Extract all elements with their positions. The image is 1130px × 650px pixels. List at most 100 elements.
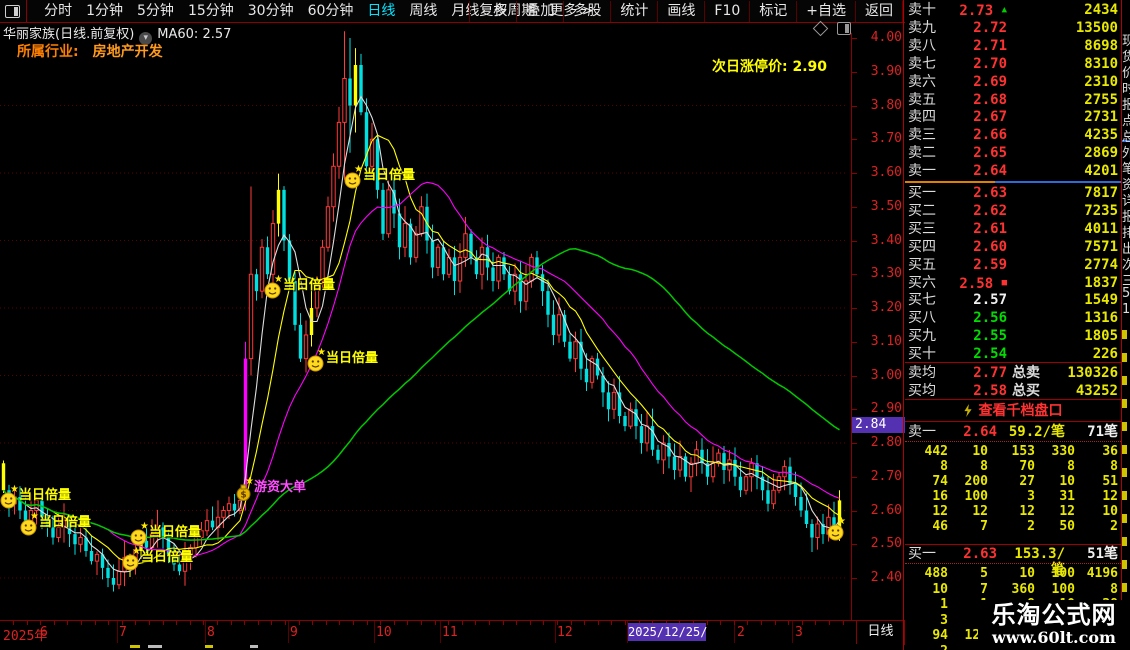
detail-cell: 7 <box>980 581 988 597</box>
bid-ask-ratio-bar <box>905 181 1121 183</box>
tool-item-统计[interactable]: 统计 <box>610 1 657 22</box>
marker-label: 当日倍量 <box>283 278 336 293</box>
order-level-买十[interactable]: 买十 2.54 226 <box>905 345 1121 363</box>
x-label-3: 3 <box>795 625 803 640</box>
y-tick-3.80: 3.80 <box>870 97 902 113</box>
order-level-卖七[interactable]: 卖七 2.70 8310 <box>905 55 1121 73</box>
y-tick-3.40: 3.40 <box>870 232 902 248</box>
detail-cell: 1 <box>940 597 948 612</box>
panel-left-border <box>903 0 904 650</box>
detail-cell: 46 <box>932 519 948 534</box>
order-level-卖四[interactable]: 卖四 2.67 2731 <box>905 108 1121 126</box>
time-axis: 2025年 678910111223 2025/12/25/四 <box>0 620 905 650</box>
detail-cell: 100 <box>964 489 988 504</box>
order-level-买九[interactable]: 买九 2.55 1805 <box>905 327 1121 345</box>
smiley-icon: ★ <box>307 347 326 372</box>
marker-label: 当日倍量 <box>141 550 194 565</box>
y-tick-2.70: 2.70 <box>870 468 902 484</box>
menu-item-5分钟[interactable]: 5分钟 <box>130 1 181 22</box>
order-level-卖一[interactable]: 卖一 2.64 4201 <box>905 162 1121 180</box>
tool-item-叠加[interactable]: 叠加 <box>516 1 563 22</box>
detail-cell: 330 <box>1051 444 1075 459</box>
order-level-买七[interactable]: 买七 2.57 1549 <box>905 291 1121 309</box>
x-label-6: 6 <box>40 625 48 640</box>
tool-item-复权[interactable]: 复权 <box>469 1 516 22</box>
avg-row-买均: 买均 2.58 总买 43252 <box>908 383 1118 399</box>
detail-cell: 4196 <box>1086 566 1118 581</box>
clipped-tab-char: 5 <box>1122 286 1130 301</box>
menu-item-日线[interactable]: 日线 <box>360 1 402 22</box>
tool-item-F10[interactable]: F10 <box>704 1 749 22</box>
detail-cell: 10 <box>932 581 948 597</box>
smiley-icon: ★ <box>130 521 149 546</box>
y-tick-2.80: 2.80 <box>870 435 902 450</box>
watermark: 乐淘公式网 www.60lt.com <box>978 600 1130 650</box>
thousand-depth-link[interactable]: 查看千档盘口 <box>905 401 1121 421</box>
menu-item-60分钟[interactable]: 60分钟 <box>301 1 361 22</box>
watermark-title: 乐淘公式网 <box>991 601 1117 629</box>
y-tick-3.70: 3.70 <box>870 131 902 147</box>
order-level-买一[interactable]: 买一 2.63 7817 <box>905 184 1121 202</box>
x-label-11: 11 <box>442 625 458 640</box>
y-tick-3.30: 3.30 <box>870 266 902 282</box>
detail-cell: 2 <box>1110 519 1118 534</box>
tool-item-+自选[interactable]: +自选 <box>796 1 855 22</box>
window-panes-icon[interactable] <box>5 5 20 18</box>
order-level-买三[interactable]: 买三 2.61 4011 <box>905 220 1121 238</box>
y-tick-3.90: 3.90 <box>870 63 902 79</box>
order-level-买二[interactable]: 买二 2.62 7235 <box>905 202 1121 220</box>
y-tick-3.10: 3.10 <box>870 333 902 349</box>
price-axis: 4.00 3.90 3.80 3.70 3.60 3.50 3.40 3.30 3.20 3.10… <box>851 28 905 643</box>
menu-item-15分钟[interactable]: 15分钟 <box>181 1 241 22</box>
period-label-box[interactable]: 日线 <box>856 620 905 645</box>
y-tick-4.00: 4.00 <box>870 30 902 45</box>
order-level-卖三[interactable]: 卖三 2.66 4235 <box>905 126 1121 144</box>
detail-cell: 488 <box>924 566 948 581</box>
order-level-卖八[interactable]: 卖八 2.71 8698 <box>905 37 1121 55</box>
svg-text:$: $ <box>240 491 246 501</box>
trading-terminal: 分时 1分钟 5分钟 15分钟 30分钟 60分钟 日线 周线 月线 多周期 更多 > 复权 叠加 多股… <box>0 0 1130 650</box>
clipped-next-pane <box>0 644 903 650</box>
tool-item-多股[interactable]: 多股 <box>563 1 610 22</box>
detail-cell: 51 <box>1102 474 1118 489</box>
y-tick-3.60: 3.60 <box>870 165 902 180</box>
detail-cell: 94 <box>932 628 948 643</box>
tool-item-画线[interactable]: 画线 <box>657 1 704 22</box>
x-label-12: 12 <box>557 625 573 640</box>
detail-cell: 12 <box>972 504 988 519</box>
order-level-卖十[interactable]: 卖十 2.73 ▲ 2434 <box>905 1 1121 19</box>
tool-item-标记[interactable]: 标记 <box>749 1 796 22</box>
candlestick-chart[interactable] <box>0 28 855 620</box>
detail-cell: 3 <box>1027 489 1035 504</box>
order-level-买五[interactable]: 买五 2.59 2774 <box>905 256 1121 274</box>
x-label-7: 7 <box>119 625 127 640</box>
order-level-买四[interactable]: 买四 2.60 7571 <box>905 238 1121 256</box>
x-label-2: 2 <box>737 625 745 640</box>
divider <box>26 0 27 22</box>
menu-item-1分钟[interactable]: 1分钟 <box>79 1 130 22</box>
moneybag-icon: $ ★ <box>235 476 254 501</box>
y-tick-2.90: 2.90 <box>870 401 902 417</box>
marker-label: 游资大单 <box>254 480 307 495</box>
tool-item-返回[interactable]: 返回 <box>855 1 903 22</box>
order-level-卖九[interactable]: 卖九 2.72 13500 <box>905 19 1121 37</box>
y-tick-3.50: 3.50 <box>870 198 902 214</box>
detail-cell: 100 <box>1051 566 1075 581</box>
x-label-9: 9 <box>290 625 298 640</box>
detail-cell: 360 <box>1011 581 1035 597</box>
menu-item-30分钟[interactable]: 30分钟 <box>241 1 301 22</box>
y-tick-3.20: 3.20 <box>870 300 902 315</box>
order-level-买六[interactable]: 买六 2.58 ■ 1837 <box>905 274 1121 292</box>
y-tick-2.50: 2.50 <box>870 536 902 552</box>
menu-item-周线[interactable]: 周线 <box>402 1 444 22</box>
detail-cell: 3 <box>940 612 948 628</box>
clipped-side-tabs: 现货价时报点总外笔资详报排出次三51 <box>1122 0 1130 650</box>
order-level-卖五[interactable]: 卖五 2.68 2755 <box>905 91 1121 109</box>
menu-item-分时[interactable]: 分时 <box>37 1 79 22</box>
order-level-卖六[interactable]: 卖六 2.69 2310 <box>905 73 1121 91</box>
order-level-卖二[interactable]: 卖二 2.65 2869 <box>905 144 1121 162</box>
order-level-买八[interactable]: 买八 2.56 1316 <box>905 309 1121 327</box>
detail-cell: 36 <box>1102 444 1118 459</box>
smiley-icon: ★ <box>0 484 19 509</box>
avg-row-卖均: 卖均 2.77 总卖 130326 <box>908 365 1118 381</box>
